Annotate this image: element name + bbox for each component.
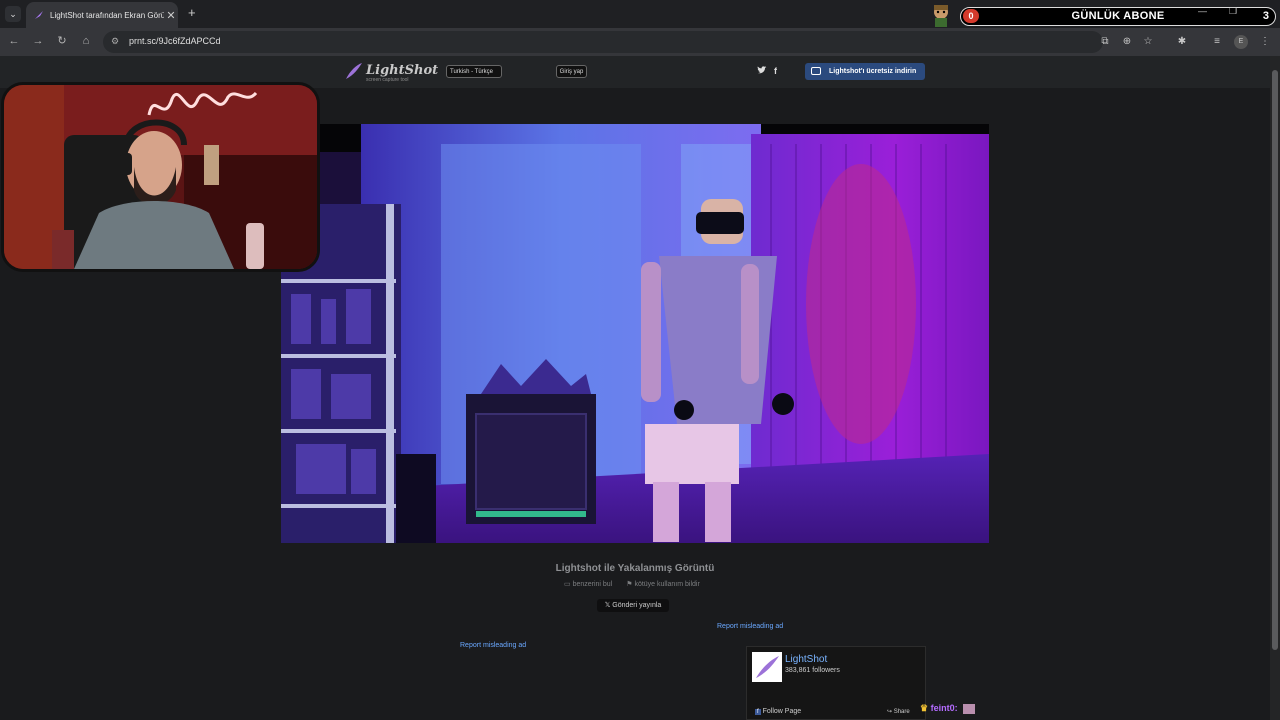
facebook-page-widget: LightShot 383,861 followers f Follow Pag… — [746, 646, 926, 720]
captured-screenshot-image[interactable] — [281, 124, 989, 543]
facebook-icon[interactable]: f — [774, 66, 777, 76]
fb-page-name[interactable]: LightShot — [785, 654, 827, 665]
screenshot-scene — [281, 124, 989, 543]
url-text[interactable]: prnt.sc/9Jc6fZdAPCCd — [129, 36, 221, 46]
reload-icon[interactable]: ↻ — [54, 33, 70, 49]
crown-badge-icon: ♛ — [920, 703, 929, 713]
fb-followers-count: 383,861 followers — [785, 667, 840, 674]
puzzle-icon[interactable]: ✱ — [1175, 36, 1189, 48]
minimize-button[interactable]: — — [1198, 6, 1207, 16]
address-bar[interactable]: ⚙ prnt.sc/9Jc6fZdAPCCd — [103, 31, 1103, 53]
feather-icon — [346, 63, 362, 79]
report-abuse-link[interactable]: ⚑ kötüye kullanım bildir — [626, 581, 706, 588]
lightshot-logo[interactable]: LightShot screen capture tool — [344, 61, 438, 86]
restore-button[interactable]: ❐ — [1229, 6, 1237, 17]
stream-chat-message: ♛ feint0: — [920, 703, 976, 714]
media-control-icon[interactable]: ≡ — [1210, 36, 1224, 48]
zoom-icon[interactable]: ⊕ — [1120, 36, 1134, 48]
home-icon[interactable]: ⌂ — [78, 33, 94, 49]
streamer-mascot-icon — [934, 5, 948, 27]
fb-share-button[interactable]: ↪ Share — [887, 708, 910, 715]
caption-title: Lightshot ile Yakalanmış Görüntü — [555, 563, 715, 574]
forward-arrow-icon[interactable]: → — [30, 33, 46, 49]
language-select[interactable]: Turkish - Türkçe — [446, 65, 502, 78]
tweet-button[interactable]: 𝕏 Gönderi yayınla — [597, 599, 669, 612]
caption-links: ▭ benzerini bul ⚑ kötüye kullanım bildir — [564, 580, 712, 588]
download-icon — [811, 67, 821, 75]
report-misleading-ad-link-2[interactable]: Report misleading ad — [460, 642, 526, 649]
overlay-count-right: 3 — [1262, 10, 1269, 22]
profile-avatar[interactable]: E — [1234, 35, 1248, 49]
kebab-menu-icon[interactable]: ⋮ — [1258, 36, 1272, 48]
webcam-scene — [4, 85, 317, 269]
download-button[interactable]: Lightshot'ı ücretsiz indirin — [805, 63, 925, 80]
site-info-icon[interactable]: ⚙ — [111, 36, 119, 47]
find-similar-link[interactable]: ▭ benzerini bul — [564, 581, 618, 588]
install-app-icon[interactable]: ⧉ — [1098, 36, 1112, 48]
report-misleading-ad-link[interactable]: Report misleading ad — [717, 623, 783, 630]
tab-close-icon[interactable]: ✕ — [164, 9, 178, 22]
tab-search-button[interactable]: ⌄ — [5, 6, 21, 22]
lightshot-page-avatar[interactable] — [752, 652, 782, 682]
login-button[interactable]: Giriş yap — [556, 65, 587, 78]
browser-tab[interactable]: LightShot tarafından Ekran Görüntüsü ✕ — [26, 2, 178, 28]
star-icon[interactable]: ☆ — [1141, 36, 1155, 48]
scrollbar-thumb[interactable] — [1272, 70, 1278, 650]
overlay-label: GÜNLÜK ABONE — [1071, 10, 1165, 22]
back-arrow-icon[interactable]: ← — [6, 33, 22, 49]
download-button-label: Lightshot'ı ücretsiz indirin — [829, 68, 917, 75]
logo-tagline: screen capture tool — [366, 77, 409, 83]
logo-name: LightShot — [366, 63, 439, 78]
twitter-icon[interactable] — [757, 66, 767, 77]
lightshot-favicon-icon — [35, 11, 43, 19]
webcam-overlay — [1, 82, 320, 272]
chat-username: feint0: — [930, 703, 958, 713]
chat-emote-icon — [963, 703, 976, 714]
new-tab-button[interactable]: + — [188, 6, 196, 20]
tab-title: LightShot tarafından Ekran Görüntüsü — [50, 10, 164, 20]
fb-follow-button[interactable]: f Follow Page — [755, 708, 801, 715]
